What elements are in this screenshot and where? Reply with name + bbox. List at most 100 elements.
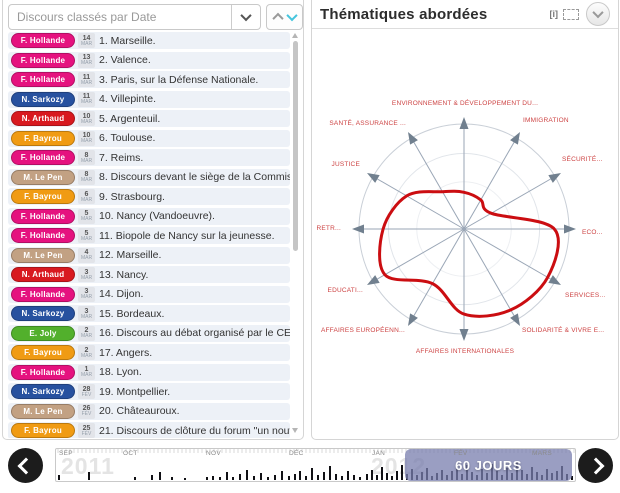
histogram-bar <box>246 470 248 480</box>
histogram-bar <box>347 471 349 480</box>
histogram-bar <box>376 475 378 480</box>
speech-title: 16. Discours au débat organisé par le CE… <box>99 327 290 339</box>
date-badge: 5MAR <box>78 209 95 224</box>
radar-axis-label: SERVICES... <box>565 292 605 299</box>
date-badge: 3MAR <box>78 287 95 302</box>
speech-title: 9. Strasbourg. <box>99 191 165 203</box>
speaker-badge: F. Hollande <box>11 209 75 224</box>
sort-dropdown[interactable]: Discours classés par Date <box>8 4 261 30</box>
date-badge: 2MAR <box>78 326 95 341</box>
list-item[interactable]: N. Sarkozy11MAR4. Villepinte. <box>8 91 290 108</box>
date-badge: 14MAR <box>78 33 95 48</box>
date-badge: 6MAR <box>78 189 95 204</box>
month-label: MARS <box>532 450 552 457</box>
speaker-badge: N. Sarkozy <box>11 306 75 321</box>
list-item[interactable]: M. Le Pen4MAR12. Marseille. <box>8 247 290 264</box>
list-item[interactable]: N. Arthaud10MAR5. Argenteuil. <box>8 110 290 127</box>
month-label: FÉV <box>454 450 468 457</box>
list-item[interactable]: N. Sarkozy3MAR15. Bordeaux. <box>8 305 290 322</box>
date-badge: 26FÉV <box>78 404 95 419</box>
chevron-left-icon <box>17 457 34 474</box>
scroll-down-icon[interactable] <box>292 428 298 433</box>
scroll-up-icon[interactable] <box>292 33 298 38</box>
histogram-bar <box>288 476 290 480</box>
histogram-bar <box>299 471 301 480</box>
list-item[interactable]: E. Joly2MAR16. Discours au débat organis… <box>8 325 290 342</box>
speech-title: 17. Angers. <box>99 347 152 359</box>
speaker-badge: M. Le Pen <box>11 248 75 263</box>
radar-data-line <box>380 191 559 316</box>
speech-title: 19. Montpellier. <box>99 386 170 398</box>
histogram-bar <box>359 477 361 480</box>
list-item[interactable]: F. Hollande14MAR1. Marseille. <box>8 32 290 49</box>
speech-title: 21. Discours de clôture du forum "un nou… <box>99 425 290 437</box>
list-item[interactable]: F. Hollande3MAR14. Dijon. <box>8 286 290 303</box>
speaker-badge: F. Hollande <box>11 287 75 302</box>
radar-axis-label: SOLIDARITÉ & VIVRE E... <box>522 327 604 334</box>
speaker-badge: N. Sarkozy <box>11 384 75 399</box>
sort-dropdown-label: Discours classés par Date <box>9 10 231 24</box>
list-item[interactable]: F. Hollande11MAR3. Paris, sur la Défense… <box>8 71 290 88</box>
speaker-badge: F. Bayrou <box>11 189 75 204</box>
next-period-button[interactable] <box>578 448 613 483</box>
speech-title: 20. Châteauroux. <box>99 405 180 417</box>
list-item[interactable]: F. Bayrou25FÉV21. Discours de clôture du… <box>8 422 290 438</box>
histogram-bar <box>317 475 319 480</box>
list-item[interactable]: M. Le Pen26FÉV 20. Châteauroux. <box>8 403 290 420</box>
histogram-bar <box>171 477 173 480</box>
radar-axis-label: AFFAIRES INTERNATIONALES <box>312 348 618 355</box>
radar-axis-label: RETR... <box>316 225 341 232</box>
radar-chart <box>312 0 618 438</box>
timeline[interactable]: 20112012 SEPOCTNOVDÉCJANFÉVMARS 60 JOURS <box>55 448 576 482</box>
histogram-bar <box>159 472 161 480</box>
scrollbar-thumb[interactable] <box>293 41 298 251</box>
histogram-bar <box>219 477 221 480</box>
list-item[interactable]: F. Bayrou6MAR 9. Strasbourg. <box>8 188 290 205</box>
histogram-bar <box>386 473 388 480</box>
histogram-bar <box>226 472 228 480</box>
speech-title: 1. Marseille. <box>99 35 156 47</box>
prev-speech-button[interactable] <box>274 8 282 26</box>
speech-title: 4. Villepinte. <box>99 93 156 105</box>
radar-axis-label: SÉCURITÉ... <box>562 156 602 163</box>
month-label: DÉC <box>289 450 304 457</box>
list-item[interactable]: F. Hollande5MAR11. Biopole de Nancy sur … <box>8 227 290 244</box>
chevron-right-icon <box>587 457 604 474</box>
histogram-bar <box>253 476 255 480</box>
chevron-down-icon[interactable] <box>231 5 260 29</box>
speaker-badge: M. Le Pen <box>11 404 75 419</box>
month-label: JAN <box>372 450 385 457</box>
speech-title: 7. Reims. <box>99 152 143 164</box>
list-item[interactable]: F. Hollande13MAR2. Valence. <box>8 52 290 69</box>
speaker-badge: F. Hollande <box>11 150 75 165</box>
histogram-bar <box>294 474 296 480</box>
scrollbar[interactable] <box>292 33 299 433</box>
speaker-badge: N. Arthaud <box>11 267 75 282</box>
date-badge: 10MAR <box>78 131 95 146</box>
list-item[interactable]: F. Hollande8MAR7. Reims. <box>8 149 290 166</box>
list-item[interactable]: N. Arthaud3MAR13. Nancy. <box>8 266 290 283</box>
list-item[interactable]: F. Hollande1MAR18. Lyon. <box>8 364 290 381</box>
speaker-badge: F. Hollande <box>11 365 75 380</box>
list-item[interactable]: F. Bayrou2MAR17. Angers. <box>8 344 290 361</box>
list-item[interactable]: F. Hollande5MAR 10. Nancy (Vandoeuvre). <box>8 208 290 225</box>
speech-title: 15. Bordeaux. <box>99 308 164 320</box>
prev-period-button[interactable] <box>8 448 43 483</box>
speaker-badge: F. Hollande <box>11 72 75 87</box>
histogram-bar <box>396 471 398 480</box>
list-item[interactable]: N. Sarkozy28FÉV19. Montpellier. <box>8 383 290 400</box>
date-badge: 2MAR <box>78 345 95 360</box>
radar-axis-label: ECO... <box>582 229 603 236</box>
list-item[interactable]: F. Bayrou10MAR6. Toulouse. <box>8 130 290 147</box>
speaker-badge: M. Le Pen <box>11 170 75 185</box>
speech-title: 3. Paris, sur la Défense Nationale. <box>99 74 258 86</box>
histogram-bar <box>239 474 241 480</box>
next-speech-button[interactable] <box>288 8 296 26</box>
histogram-bar <box>281 471 283 480</box>
histogram-bar <box>134 477 136 480</box>
speaker-badge: F. Bayrou <box>11 423 75 438</box>
speech-title: 18. Lyon. <box>99 366 142 378</box>
list-item[interactable]: M. Le Pen8MAR8. Discours devant le siège… <box>8 169 290 186</box>
speech-title: 10. Nancy (Vandoeuvre). <box>99 210 215 222</box>
radar-axis-label: IMMIGRATION <box>523 117 569 124</box>
